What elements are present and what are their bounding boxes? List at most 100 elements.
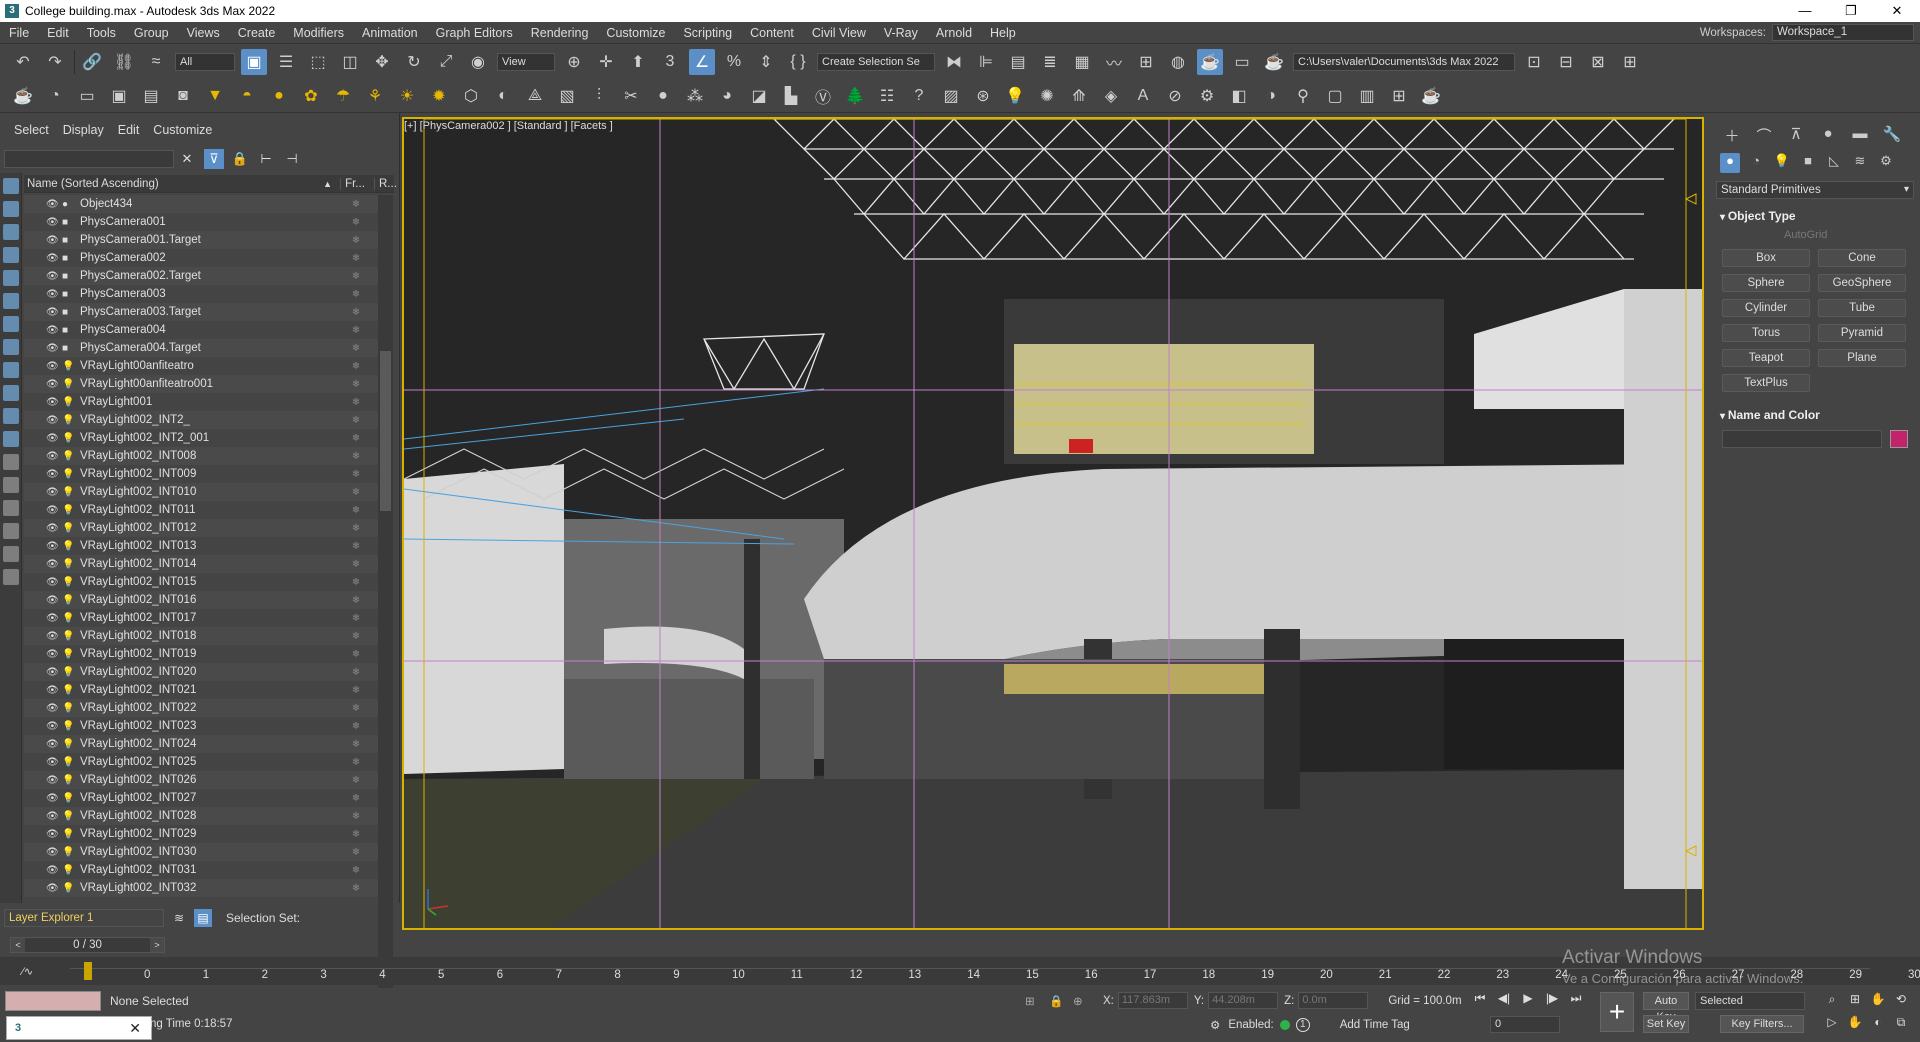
visibility-eye-icon[interactable]: 👁 [46,577,60,588]
spacewarps-icon[interactable]: ≋ [1850,153,1870,173]
list-item[interactable]: 👁 ■ PhysCamera002 ❄ [24,249,378,267]
vray-logo-icon[interactable]: Ⓥ [810,83,836,109]
visibility-eye-icon[interactable]: 👁 [46,775,60,786]
display-none-icon[interactable] [3,477,19,493]
render-production-icon[interactable]: ☕ [1261,49,1287,75]
object-color-swatch[interactable] [1890,430,1908,448]
visibility-eye-icon[interactable]: 👁 [46,217,60,228]
vray-render-icon[interactable]: ◔ [42,83,68,109]
list-item[interactable]: 👁 💡 VRayLight002_INT018 ❄ [24,627,378,645]
selection-filter-dropdown[interactable]: All [175,53,235,71]
list-item[interactable]: 👁 💡 VRayLight00anfiteatro ❄ [24,357,378,375]
visibility-eye-icon[interactable]: 👁 [46,793,60,804]
y-coordinate-field[interactable]: 44.208m [1208,992,1279,1009]
menu-views[interactable]: Views [178,26,229,40]
cameras-icon[interactable]: ■ [1798,153,1818,173]
explorer-menu-customize[interactable]: Customize [139,123,212,143]
vray-ipr-icon[interactable]: ▣ [106,83,132,109]
arnold-render-icon[interactable]: ▨ [938,83,964,109]
display-lights-icon[interactable] [3,224,19,240]
visibility-eye-icon[interactable]: 👁 [46,667,60,678]
orbit-icon[interactable]: ⟲ [1891,992,1911,1012]
percent-snap-icon[interactable]: % [721,49,747,75]
list-item[interactable]: 👁 ■ PhysCamera002.Target ❄ [24,267,378,285]
vray-lister-icon[interactable]: ◙ [170,83,196,109]
explorer-menu-display[interactable]: Display [49,123,104,143]
bind-spacewarp-icon[interactable]: ≈ [143,49,169,75]
list-item[interactable]: 👁 ■ PhysCamera004.Target ❄ [24,339,378,357]
vray-scatter-icon[interactable]: ⁂ [682,83,708,109]
list-item[interactable]: 👁 ■ PhysCamera003.Target ❄ [24,303,378,321]
list-item[interactable]: 👁 💡 VRayLight002_INT013 ❄ [24,537,378,555]
shapes-icon[interactable]: ◔ [1746,153,1766,173]
list-item[interactable]: 👁 💡 VRayLight002_INT026 ❄ [24,771,378,789]
play-icon[interactable]: ▶ [1518,991,1538,1006]
dolly-icon[interactable]: ✋ [1868,992,1888,1012]
freeze-toggle-icon[interactable]: ❄ [346,343,366,354]
undo-icon[interactable]: ↶ [10,49,36,75]
vray-light-icon[interactable]: ▼ [202,83,228,109]
visibility-eye-icon[interactable]: 👁 [46,415,60,426]
list-item[interactable]: 👁 💡 VRayLight002_INT014 ❄ [24,555,378,573]
freeze-toggle-icon[interactable]: ❄ [346,577,366,588]
vray-settings-icon[interactable]: ▤ [138,83,164,109]
list-item[interactable]: 👁 💡 VRayLight002_INT012 ❄ [24,519,378,537]
display-geometry-icon[interactable] [3,178,19,194]
helpers-icon[interactable]: ◺ [1824,153,1844,173]
schematic-view-icon[interactable]: ⊞ [1133,49,1159,75]
create-tab-icon[interactable]: ＋ [1720,125,1744,145]
visibility-eye-icon[interactable]: 👁 [46,469,60,480]
keyboard-shortcut-icon[interactable]: ⬆ [625,49,651,75]
visibility-eye-icon[interactable]: 👁 [46,253,60,264]
lock-icon[interactable]: 🔒 [230,149,250,169]
explorer-vertical-scrollbar[interactable] [378,195,393,1001]
current-frame-marker[interactable] [84,962,92,980]
taskbar-window-tab[interactable]: 3 ✕ [6,1016,152,1040]
freeze-toggle-icon[interactable]: ❄ [346,541,366,552]
list-item[interactable]: 👁 💡 VRayLight002_INT015 ❄ [24,573,378,591]
hierarchy-icon[interactable]: ⊢ [256,149,276,169]
freeze-toggle-icon[interactable]: ❄ [346,721,366,732]
display-groups-icon[interactable] [3,316,19,332]
freeze-toggle-icon[interactable]: ❄ [346,775,366,786]
curve-editor-icon[interactable]: 〰 [1101,49,1127,75]
vfb-icon[interactable]: ▭ [74,83,100,109]
degradation-icon[interactable]: ⚙ [1210,1018,1220,1032]
visibility-eye-icon[interactable]: 👁 [46,631,60,642]
freeze-toggle-icon[interactable]: ❄ [346,595,366,606]
menu-help[interactable]: Help [981,26,1025,40]
pyramid-button[interactable]: Pyramid [1818,324,1906,342]
visibility-eye-icon[interactable]: 👁 [46,613,60,624]
list-item[interactable]: 👁 💡 VRayLight002_INT025 ❄ [24,753,378,771]
freeze-toggle-icon[interactable]: ❄ [346,415,366,426]
freeze-toggle-icon[interactable]: ❄ [346,829,366,840]
plane-button[interactable]: Plane [1818,349,1906,367]
arnold-cam-icon[interactable]: ⚙ [1194,83,1220,109]
workspace-dropdown[interactable]: Workspace_1 [1772,24,1914,41]
arnold-ipr-icon[interactable]: ⊛ [970,83,996,109]
scene-explorer-toggle-icon[interactable]: ▤ [194,909,212,927]
teapot-button[interactable]: Teapot [1722,349,1810,367]
list-item[interactable]: 👁 💡 VRayLight002_INT027 ❄ [24,789,378,807]
arnold-text-icon[interactable]: A [1130,83,1156,109]
project-path-dropdown[interactable]: C:\Users\valer\Documents\3ds Max 2022 [1293,53,1515,71]
freeze-toggle-icon[interactable]: ❄ [346,217,366,228]
x-coordinate-field[interactable]: 117.863m [1117,992,1188,1009]
reference-coord-dropdown[interactable]: View [497,53,555,71]
pan-icon[interactable]: ✋ [1845,1015,1865,1035]
display-frozen-icon[interactable] [3,408,19,424]
display-xrefs-icon[interactable] [3,339,19,355]
visibility-eye-icon[interactable]: 👁 [46,541,60,552]
freeze-toggle-icon[interactable]: ❄ [346,613,366,624]
visibility-eye-icon[interactable]: 👁 [46,325,60,336]
freeze-toggle-icon[interactable]: ❄ [346,505,366,516]
visibility-eye-icon[interactable]: 👁 [46,379,60,390]
display-tab-icon[interactable]: ▬ [1848,125,1872,145]
display-hidden-icon[interactable] [3,431,19,447]
freeze-toggle-icon[interactable]: ❄ [346,487,366,498]
list-item[interactable]: 👁 💡 VRayLight002_INT2_001 ❄ [24,429,378,447]
box-button[interactable]: Box [1722,249,1810,267]
maximize-viewport-icon[interactable]: ⧉ [1891,1015,1911,1035]
layers-stack-icon[interactable]: ≋ [170,909,188,927]
explorer-search-input[interactable] [4,150,174,168]
